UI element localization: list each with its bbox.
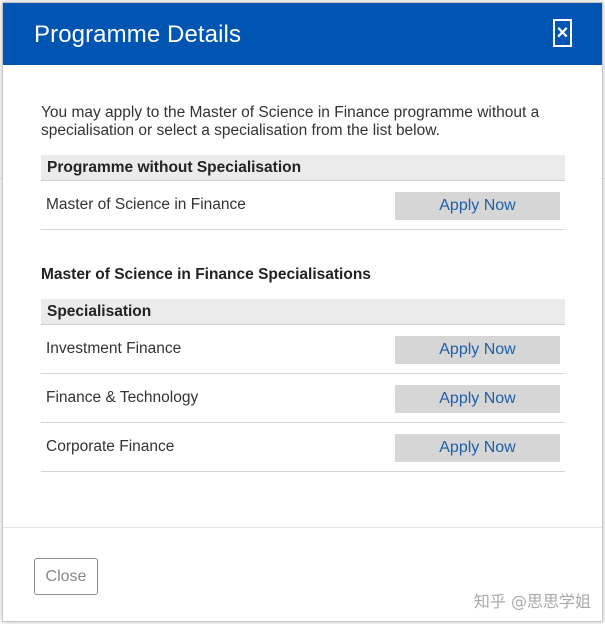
specialisations-title: Master of Science in Finance Specialisat… — [41, 266, 371, 283]
section-header-specialisation: Specialisation — [41, 299, 565, 325]
specialisation-label: Corporate Finance — [46, 438, 175, 455]
close-icon[interactable]: × — [553, 19, 572, 47]
specialisation-row: Investment Finance Apply Now — [41, 325, 565, 374]
apply-now-button[interactable]: Apply Now — [395, 434, 560, 462]
modal-title: Programme Details — [34, 21, 242, 48]
close-button[interactable]: Close — [34, 558, 98, 595]
modal-header: Programme Details × — [3, 3, 602, 65]
apply-now-button[interactable]: Apply Now — [395, 385, 560, 413]
section-header-without-specialisation: Programme without Specialisation — [41, 155, 565, 181]
watermark: 知乎 @思思学姐 — [473, 592, 591, 611]
apply-now-button[interactable]: Apply Now — [395, 336, 560, 364]
specialisation-label: Finance & Technology — [46, 389, 199, 406]
footer-divider — [3, 527, 602, 528]
specialisation-row: Finance & Technology Apply Now — [41, 374, 565, 423]
programme-details-modal: Programme Details × You may apply to the… — [2, 2, 603, 622]
programme-label: Master of Science in Finance — [46, 196, 246, 213]
specialisation-label: Investment Finance — [46, 340, 182, 357]
programme-row: Master of Science in Finance Apply Now — [41, 181, 565, 230]
apply-now-button[interactable]: Apply Now — [395, 192, 560, 220]
intro-text: You may apply to the Master of Science i… — [41, 104, 540, 139]
specialisation-row: Corporate Finance Apply Now — [41, 423, 565, 472]
